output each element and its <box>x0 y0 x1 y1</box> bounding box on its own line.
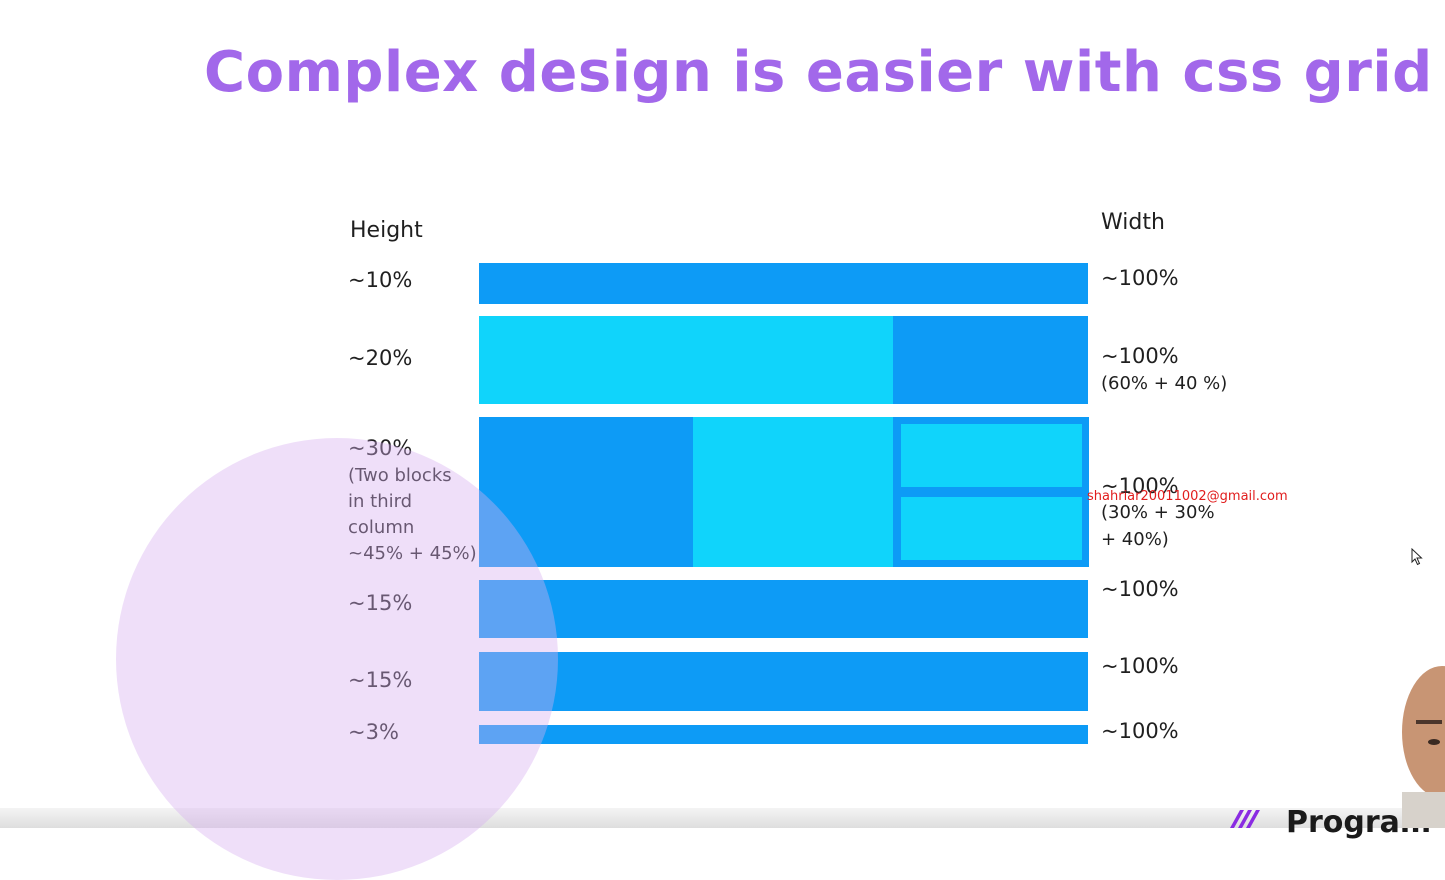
presenter-video <box>1402 666 1445 828</box>
row6-width-label: ~100% <box>1101 719 1179 743</box>
row1-width-label: ~100% <box>1101 266 1179 290</box>
row3-block-col1 <box>479 417 693 567</box>
email-watermark: shahriar20011002@gmail.com <box>1087 489 1288 504</box>
width-header: Width <box>1101 210 1165 235</box>
row5-block <box>479 652 1088 711</box>
height-header: Height <box>350 218 423 243</box>
row2-width-note: (60% + 40 %) <box>1101 373 1228 394</box>
row2-width-label: ~100% <box>1101 344 1179 368</box>
row3-height-label: ~30% <box>348 436 413 460</box>
row3-block-col2 <box>693 417 893 567</box>
row3-note-line2: in third <box>348 491 413 512</box>
row1-block <box>479 263 1088 304</box>
row4-block <box>479 580 1088 638</box>
row3-note-line1: (Two blocks <box>348 465 452 486</box>
row4-width-label: ~100% <box>1101 577 1179 601</box>
row3-block-col3 <box>893 417 1089 567</box>
row6-block <box>479 725 1088 744</box>
row3-col3-bottom-block <box>901 497 1082 560</box>
row5-height-label: ~15% <box>348 668 413 692</box>
row5-width-label: ~100% <box>1101 654 1179 678</box>
row2-block-60 <box>479 316 893 404</box>
mouse-cursor-icon <box>1411 548 1423 566</box>
row6-height-label: ~3% <box>348 720 399 744</box>
brand-logo-mark-icon <box>1230 810 1260 828</box>
row2-block-40 <box>893 316 1088 404</box>
row3-note-line3: column <box>348 517 415 538</box>
slide-title: Complex design is easier with css grid <box>204 40 1433 105</box>
row2-height-label: ~20% <box>348 346 413 370</box>
row3-col3-top-block <box>901 424 1082 487</box>
row3-note-line4: ~45% + 45%) <box>348 543 477 564</box>
row1-height-label: ~10% <box>348 268 413 292</box>
row4-height-label: ~15% <box>348 591 413 615</box>
row3-width-note-line2: + 40%) <box>1101 529 1169 550</box>
